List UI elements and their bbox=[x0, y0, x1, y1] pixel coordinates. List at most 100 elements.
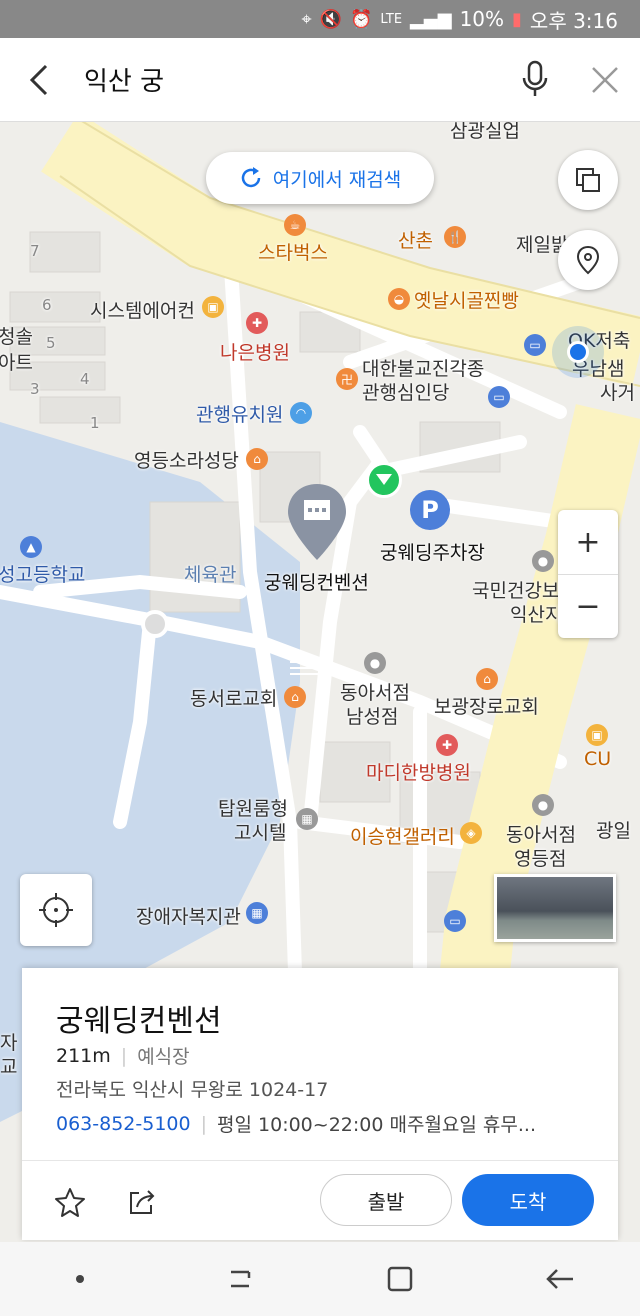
school-icon: ▲ bbox=[20, 536, 42, 558]
poi-label[interactable]: 청솔 bbox=[0, 322, 33, 349]
shop-icon: ▣ bbox=[202, 296, 224, 318]
place-distance: 211m bbox=[56, 1044, 111, 1067]
selected-place-marker[interactable] bbox=[286, 482, 348, 562]
poi-label[interactable]: 마디한방병원 bbox=[366, 758, 471, 785]
poi-label[interactable]: 보광장로교회 bbox=[434, 692, 539, 719]
separator: | bbox=[120, 1044, 128, 1067]
poi-label[interactable]: 영등점 bbox=[514, 844, 566, 871]
poi-label[interactable]: 고시텔 bbox=[234, 818, 286, 845]
poi-label[interactable]: 익산지 bbox=[510, 600, 562, 627]
share-button[interactable] bbox=[122, 1182, 162, 1222]
poi-label[interactable]: 성고등학교 bbox=[0, 560, 85, 587]
layers-icon bbox=[576, 168, 600, 192]
signal-icon: ▂▄▆ bbox=[410, 8, 452, 30]
search-header: 익산 궁 bbox=[0, 38, 640, 122]
poi-label: 교 bbox=[0, 1056, 18, 1078]
convenience-store-icon: ▣ bbox=[586, 724, 608, 746]
map-pin-icon bbox=[576, 245, 600, 275]
nearby-pin-button[interactable] bbox=[558, 230, 618, 290]
zoom-in-button[interactable]: + bbox=[558, 510, 618, 574]
office-icon: ● bbox=[532, 550, 554, 572]
clear-search-button[interactable] bbox=[570, 38, 640, 122]
place-info-card[interactable]: 궁웨딩컨벤션 211m | 예식장 전라북도 익산시 무왕로 1024-17 0… bbox=[22, 968, 618, 1240]
home-dot-button[interactable] bbox=[40, 1242, 120, 1316]
church-icon: ⌂ bbox=[476, 668, 498, 690]
close-icon bbox=[592, 66, 618, 93]
depart-button[interactable]: 출발 bbox=[320, 1174, 452, 1226]
block-number: 6 bbox=[42, 296, 52, 314]
block-number: 1 bbox=[90, 414, 100, 432]
separator: | bbox=[200, 1112, 208, 1135]
home-button[interactable] bbox=[360, 1242, 440, 1316]
status-bar: ⌖ 🔇 ⏰ LTE ▂▄▆ 10% ▮ 오후 3:16 bbox=[0, 0, 640, 38]
my-location-button[interactable] bbox=[20, 874, 92, 946]
poi-label[interactable]: 영등소라성당 bbox=[134, 446, 239, 473]
restaurant-icon: 🍴 bbox=[444, 226, 466, 248]
poi-label[interactable]: 산촌 bbox=[398, 226, 433, 253]
poi-label[interactable]: 사거 bbox=[600, 378, 635, 405]
selected-place-label[interactable]: 궁웨딩컨벤션 bbox=[264, 568, 369, 595]
bookstore-icon: ● bbox=[364, 652, 386, 674]
parking-icon[interactable]: P bbox=[410, 490, 450, 530]
block-number: 5 bbox=[46, 334, 56, 352]
poi-label[interactable]: 스타벅스 bbox=[258, 238, 328, 265]
location-icon: ⌖ bbox=[301, 8, 312, 30]
place-phone-link[interactable]: 063-852-5100 bbox=[56, 1113, 191, 1135]
recents-icon bbox=[231, 1270, 251, 1288]
clock: 오후 3:16 bbox=[529, 8, 618, 33]
refresh-icon bbox=[241, 167, 261, 188]
poi-label[interactable]: 동서로교회 bbox=[190, 684, 277, 711]
zoom-out-button[interactable]: − bbox=[558, 574, 618, 638]
place-meta: 211m | 예식장 bbox=[56, 1042, 190, 1069]
bus-stop-icon: ▭ bbox=[444, 910, 466, 932]
place-category: 예식장 bbox=[137, 1046, 190, 1068]
poi-label[interactable]: CU bbox=[584, 748, 611, 770]
arrive-button[interactable]: 도착 bbox=[462, 1174, 594, 1226]
chevron-down-icon bbox=[376, 474, 392, 485]
search-query[interactable]: 익산 궁 bbox=[80, 61, 500, 98]
back-arrow-icon bbox=[546, 1269, 573, 1289]
poi-label[interactable]: 관행유치원 bbox=[196, 400, 283, 427]
place-contact: 063-852-5100 | 평일 10:00~22:00 매주월요일 휴무..… bbox=[56, 1110, 536, 1137]
system-back-button[interactable] bbox=[520, 1242, 600, 1316]
cafe-icon: ☕ bbox=[284, 214, 306, 236]
poi-label[interactable]: 시스템에어컨 bbox=[90, 296, 195, 323]
parking-entrance-marker[interactable] bbox=[366, 462, 402, 498]
poi-label[interactable]: 나은병원 bbox=[220, 338, 290, 365]
block-number: 7 bbox=[30, 242, 40, 260]
poi-label[interactable]: 장애자복지관 bbox=[136, 902, 241, 929]
poi-label[interactable]: 동아서점 bbox=[340, 678, 410, 705]
poi-label[interactable]: 체육관 bbox=[184, 560, 236, 587]
poi-label[interactable]: 삼광실업 bbox=[450, 122, 520, 143]
home-square-icon bbox=[387, 1266, 413, 1292]
back-arrow-icon bbox=[29, 64, 48, 95]
poi-label[interactable]: 관행심인당 bbox=[362, 378, 449, 405]
poi-label[interactable]: 아트 bbox=[0, 348, 33, 375]
poi-label[interactable]: 남성점 bbox=[346, 702, 398, 729]
bus-stop-icon: ▭ bbox=[524, 334, 546, 356]
poi-label[interactable]: 국민건강보 bbox=[472, 576, 559, 603]
poi-label[interactable]: 이승현갤러리 bbox=[350, 822, 455, 849]
microphone-icon bbox=[522, 60, 548, 96]
poi-label[interactable]: 광일 bbox=[596, 816, 631, 843]
poi-label[interactable]: 궁웨딩주차장 bbox=[380, 538, 485, 565]
favorite-button[interactable] bbox=[50, 1182, 90, 1222]
voice-search-button[interactable] bbox=[500, 38, 570, 122]
place-name: 궁웨딩컨벤션 bbox=[56, 1004, 222, 1039]
poi-label[interactable]: 탑원룸형 bbox=[218, 794, 288, 821]
bakery-icon: ◒ bbox=[388, 288, 410, 310]
poi-label[interactable]: 대한불교진각종 bbox=[362, 354, 484, 381]
layers-button[interactable] bbox=[558, 150, 618, 210]
poi-label[interactable]: 옛날시골찐빵 bbox=[414, 286, 519, 313]
poi-label[interactable]: 동아서점 bbox=[506, 820, 576, 847]
search-here-label: 여기에서 재검색 bbox=[272, 168, 402, 191]
divider bbox=[22, 1160, 618, 1161]
recents-button[interactable] bbox=[200, 1242, 280, 1316]
kindergarten-icon: ◠ bbox=[290, 402, 312, 424]
dot-icon bbox=[76, 1275, 84, 1283]
back-button[interactable] bbox=[0, 38, 80, 122]
street-view-thumbnail[interactable] bbox=[494, 874, 616, 942]
hospital-icon: ✚ bbox=[436, 734, 458, 756]
share-icon bbox=[130, 1190, 155, 1214]
search-here-button[interactable]: 여기에서 재검색 bbox=[206, 152, 434, 204]
